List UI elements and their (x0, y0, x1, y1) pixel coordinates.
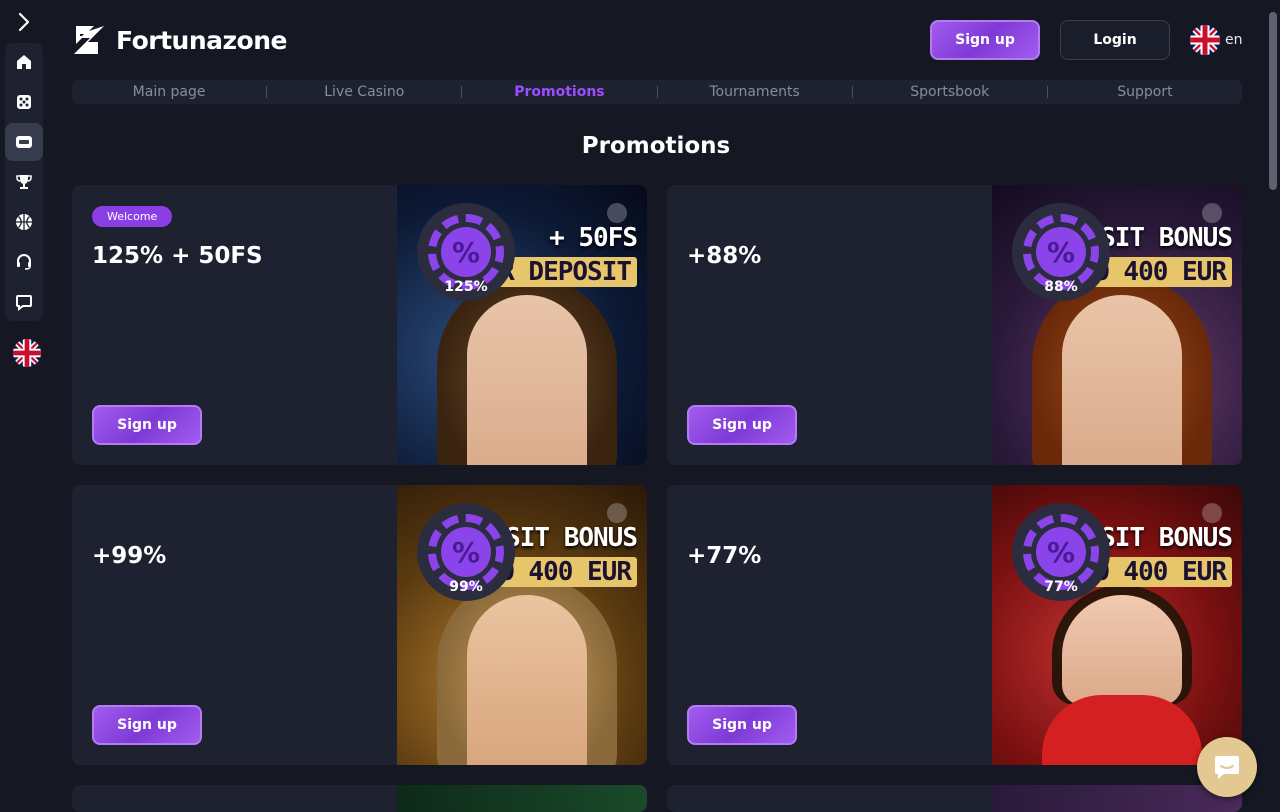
page-scrollbar[interactable] (1266, 0, 1280, 812)
promo-title: +88% (687, 243, 762, 269)
header-login-button[interactable]: Login (1060, 20, 1170, 60)
main-nav: Main page Live Casino Promotions Tournam… (72, 80, 1242, 104)
sidebar-menu (5, 43, 43, 321)
chevron-right-icon (18, 12, 30, 32)
promo-image[interactable] (992, 785, 1242, 812)
chat-bubble-icon (16, 295, 32, 311)
promo-card: +88% Sign up DEPOSIT BONUS TO 400 EUR % … (667, 185, 1242, 465)
percent-chip: % 88% (1012, 203, 1110, 301)
trophy-icon (16, 175, 32, 189)
uk-flag-icon (13, 339, 41, 367)
sidebar-item-home[interactable] (5, 43, 43, 81)
chip-label: 88% (1044, 279, 1078, 295)
promo-card: +99% Sign up DEPOSIT BONUS TO 400 EUR % … (72, 485, 647, 765)
promo-image[interactable]: + 50FS EUR DEPOSIT % 125% (397, 185, 647, 465)
welcome-badge: Welcome (92, 206, 173, 227)
promo-title: +77% (687, 543, 762, 569)
nav-item-tournaments[interactable]: Tournaments (658, 84, 852, 100)
nav-item-live-casino[interactable]: Live Casino (267, 84, 461, 100)
promo-face-shape (467, 595, 587, 765)
percent-chip: % 99% (417, 503, 515, 601)
promo-image[interactable] (397, 785, 647, 812)
nav-item-support[interactable]: Support (1048, 84, 1242, 100)
promo-face-shape (467, 295, 587, 465)
chat-bubble-icon (1215, 756, 1239, 779)
nav-item-promotions[interactable]: Promotions (462, 84, 656, 100)
pin-icon (1202, 503, 1222, 523)
brand-name: Fortunazone (116, 25, 287, 55)
percent-icon: % (441, 227, 491, 277)
pin-icon (607, 203, 627, 223)
sidebar-item-chat[interactable] (5, 283, 43, 321)
chip-label: 125% (444, 279, 488, 295)
dice-icon (17, 95, 31, 109)
expand-sidebar-button[interactable] (13, 11, 35, 33)
sidebar-language-flag[interactable] (13, 339, 41, 367)
promo-face-shape (1062, 595, 1182, 705)
headset-icon (17, 254, 31, 270)
language-selector[interactable]: en (1190, 25, 1243, 55)
brand-logo[interactable]: Fortunazone (72, 24, 287, 56)
promo-signup-button[interactable]: Sign up (687, 705, 797, 745)
percent-icon: % (1036, 527, 1086, 577)
home-icon (17, 55, 31, 69)
percent-chip: % 77% (1012, 503, 1110, 601)
promo-card (667, 785, 1242, 812)
pin-icon (607, 503, 627, 523)
chip-label: 77% (1044, 579, 1078, 595)
chip-label: 99% (449, 579, 483, 595)
promo-card: +77% Sign up DEPOSIT BONUS TO 400 EUR % … (667, 485, 1242, 765)
nav-item-sportsbook[interactable]: Sportsbook (853, 84, 1047, 100)
sidebar-item-casino[interactable] (5, 83, 43, 121)
promo-title: 125% + 50FS (92, 243, 263, 269)
promo-image[interactable]: DEPOSIT BONUS TO 400 EUR % 77% (992, 485, 1242, 765)
nav-item-main-page[interactable]: Main page (72, 84, 266, 100)
promo-card (72, 785, 647, 812)
header-signup-button[interactable]: Sign up (930, 20, 1040, 60)
percent-icon: % (1036, 227, 1086, 277)
promo-signup-button[interactable]: Sign up (687, 405, 797, 445)
promo-face-shape (1062, 295, 1182, 465)
language-code: en (1225, 32, 1243, 48)
sidebar-item-tournaments[interactable] (5, 163, 43, 201)
percent-chip: % 125% (417, 203, 515, 301)
sidebar (0, 0, 48, 812)
promo-image[interactable]: DEPOSIT BONUS TO 400 EUR % 99% (397, 485, 647, 765)
promo-signup-button[interactable]: Sign up (92, 705, 202, 745)
percent-icon: % (441, 527, 491, 577)
promo-image[interactable]: DEPOSIT BONUS TO 400 EUR % 88% (992, 185, 1242, 465)
page-title: Promotions (581, 133, 731, 159)
scrollbar-thumb[interactable] (1269, 12, 1277, 190)
promo-banner-line1: + 50FS (549, 223, 638, 253)
promo-card: Welcome 125% + 50FS Sign up + 50FS EUR D… (72, 185, 647, 465)
pin-icon (1202, 203, 1222, 223)
sidebar-item-support[interactable] (5, 243, 43, 281)
basketball-icon (16, 214, 32, 230)
promo-signup-button[interactable]: Sign up (92, 405, 202, 445)
promo-title: +99% (92, 543, 167, 569)
fz-logo-icon (74, 26, 104, 54)
red-dress-shape (1042, 695, 1202, 765)
sidebar-item-sportsbook[interactable] (5, 203, 43, 241)
uk-flag-icon (1190, 25, 1220, 55)
live-chat-button[interactable] (1197, 737, 1257, 797)
